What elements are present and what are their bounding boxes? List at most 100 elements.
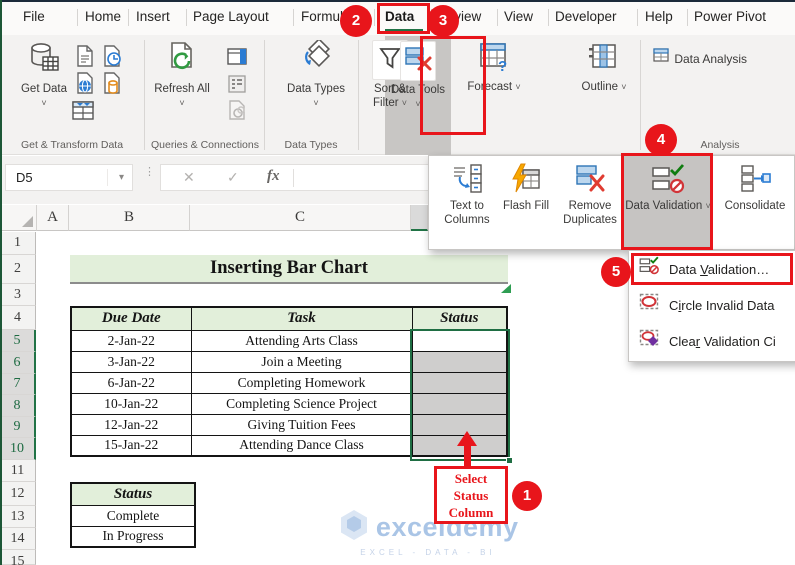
- recent-sources-icon[interactable]: [100, 44, 124, 68]
- tab-help[interactable]: Help: [645, 0, 673, 33]
- menu-bar: File Home Insert Page Layout Formulas Da…: [0, 0, 795, 35]
- column-header-c[interactable]: C: [190, 205, 411, 231]
- row-header-1[interactable]: 1: [0, 232, 36, 255]
- cell-due-date[interactable]: 2-Jan-22: [70, 329, 192, 352]
- sheet-title-cell[interactable]: Inserting Bar Chart: [70, 255, 508, 284]
- col-header-due-date[interactable]: Due Date: [70, 306, 192, 331]
- data-tools-icon: [400, 41, 436, 81]
- from-web-icon[interactable]: [73, 71, 97, 95]
- column-header-a[interactable]: A: [37, 205, 69, 231]
- from-database-icon[interactable]: [100, 71, 124, 95]
- menu-separator: [497, 9, 498, 26]
- table-row: 10-Jan-22 Completing Science Project: [70, 392, 508, 415]
- fx-icon[interactable]: fx: [267, 168, 280, 185]
- data-tools-label: Data Tools: [390, 84, 446, 96]
- from-text-csv-icon[interactable]: [73, 44, 97, 68]
- row-header-7[interactable]: 7: [0, 374, 36, 395]
- cell-task[interactable]: Attending Arts Class: [190, 329, 413, 352]
- callout-line: Select: [454, 471, 488, 486]
- menu-item-clear-validation-circles[interactable]: Clear Validation Ci: [633, 327, 795, 357]
- cell-due-date[interactable]: 6-Jan-22: [70, 371, 192, 394]
- cancel-icon[interactable]: ✕: [183, 169, 195, 186]
- row-header-12[interactable]: 12: [0, 482, 36, 506]
- row-header-5[interactable]: 5: [0, 330, 36, 352]
- cell-task[interactable]: Completing Homework: [190, 371, 413, 394]
- queries-connections-icon[interactable]: [226, 46, 248, 68]
- row-header-8[interactable]: 8: [0, 395, 36, 417]
- menu-separator: [186, 9, 187, 26]
- refresh-all-button[interactable]: Refresh All ˅: [150, 40, 214, 110]
- fill-handle[interactable]: [506, 457, 513, 464]
- row-header-14[interactable]: 14: [0, 528, 36, 550]
- cell-due-date[interactable]: 15-Jan-22: [70, 434, 192, 457]
- name-box[interactable]: D5 ▾: [5, 164, 133, 191]
- col-header-status[interactable]: Status: [411, 306, 508, 331]
- tab-view[interactable]: View: [504, 0, 533, 33]
- select-all-corner[interactable]: [0, 205, 37, 231]
- cell-due-date[interactable]: 10-Jan-22: [70, 392, 192, 415]
- callout-arrow-head-icon: [457, 431, 477, 446]
- consolidate-label: Consolidate: [724, 200, 786, 212]
- cell-due-date[interactable]: 3-Jan-22: [70, 350, 192, 373]
- tab-developer[interactable]: Developer: [555, 0, 617, 33]
- watermark-tagline: EXCEL - DATA - BI: [360, 548, 496, 557]
- remove-duplicates-button[interactable]: Remove Duplicates: [551, 156, 629, 249]
- row-header-10[interactable]: 10: [0, 438, 36, 460]
- step-circle-3: 3: [427, 5, 459, 37]
- cell-status-d7[interactable]: [411, 371, 508, 394]
- flash-fill-button[interactable]: Flash Fill: [503, 156, 549, 249]
- row-header-6[interactable]: 6: [0, 352, 36, 374]
- menu-item-data-validation[interactable]: Data Validation…: [633, 255, 795, 285]
- legend-item-complete[interactable]: Complete: [70, 504, 196, 527]
- cell-status-d5[interactable]: [411, 329, 508, 352]
- col-header-task[interactable]: Task: [190, 306, 413, 331]
- data-validation-button[interactable]: Data Validation ˅: [623, 156, 713, 251]
- text-to-columns-button[interactable]: Text to Columns: [433, 156, 501, 249]
- remove-duplicates-label: Remove Duplicates: [563, 200, 617, 226]
- get-data-button[interactable]: Get Data ˅: [18, 40, 70, 110]
- from-table-range-icon[interactable]: [70, 97, 96, 123]
- column-header-b[interactable]: B: [69, 205, 190, 231]
- menu-separator: [687, 9, 688, 26]
- row-header-4[interactable]: 4: [0, 306, 36, 330]
- remove-duplicates-icon: [574, 165, 606, 198]
- outline-button[interactable]: Outline ˅: [576, 40, 632, 94]
- menu-item-circle-invalid-data[interactable]: Circle Invalid Data: [633, 291, 795, 321]
- ribbon-divider: [144, 40, 145, 150]
- legend-header[interactable]: Status: [70, 482, 196, 506]
- enter-icon[interactable]: ✓: [227, 169, 239, 186]
- cell-task[interactable]: Join a Meeting: [190, 350, 413, 373]
- consolidate-button[interactable]: Consolidate: [715, 156, 795, 249]
- clear-validation-circles-icon: [639, 328, 659, 358]
- table-row: 2-Jan-22 Attending Arts Class: [70, 329, 508, 352]
- tab-home[interactable]: Home: [85, 0, 121, 33]
- tab-file[interactable]: File: [23, 0, 45, 33]
- legend-item-in-progress[interactable]: In Progress: [70, 525, 196, 548]
- column-header-d-stub[interactable]: [411, 205, 428, 231]
- row-header-15[interactable]: 15: [0, 550, 36, 565]
- tab-power-pivot[interactable]: Power Pivot: [694, 0, 766, 33]
- row-header-9[interactable]: 9: [0, 417, 36, 438]
- row-header-11[interactable]: 11: [0, 460, 36, 482]
- cell-task[interactable]: Completing Science Project: [190, 392, 413, 415]
- data-types-button[interactable]: Data Types ˅: [286, 37, 346, 110]
- group-label-analysis: Analysis: [700, 139, 740, 151]
- namebox-dropdown-icon[interactable]: ▾: [119, 165, 124, 190]
- cell-status-d6[interactable]: [411, 350, 508, 373]
- row-header-2[interactable]: 2: [0, 255, 36, 284]
- ribbon-divider: [640, 40, 641, 150]
- formula-bar-grip-icon[interactable]: ⋮: [144, 167, 155, 178]
- forecast-button[interactable]: ? Forecast ˅: [466, 40, 522, 94]
- cell-task[interactable]: Giving Tuition Fees: [190, 413, 413, 436]
- data-analysis-button[interactable]: Data Analysis: [653, 47, 747, 67]
- cell-task[interactable]: Attending Dance Class: [190, 434, 413, 457]
- tab-page-layout[interactable]: Page Layout: [193, 0, 269, 33]
- cell-due-date[interactable]: 12-Jan-22: [70, 413, 192, 436]
- data-tools-button[interactable]: Data Tools ˅: [388, 41, 448, 111]
- row-header-3[interactable]: 3: [0, 284, 36, 306]
- active-tab-underline: [385, 29, 423, 32]
- tab-insert[interactable]: Insert: [136, 0, 170, 33]
- cell-status-d8[interactable]: [411, 392, 508, 415]
- row-header-13[interactable]: 13: [0, 506, 36, 528]
- properties-icon[interactable]: [227, 74, 247, 94]
